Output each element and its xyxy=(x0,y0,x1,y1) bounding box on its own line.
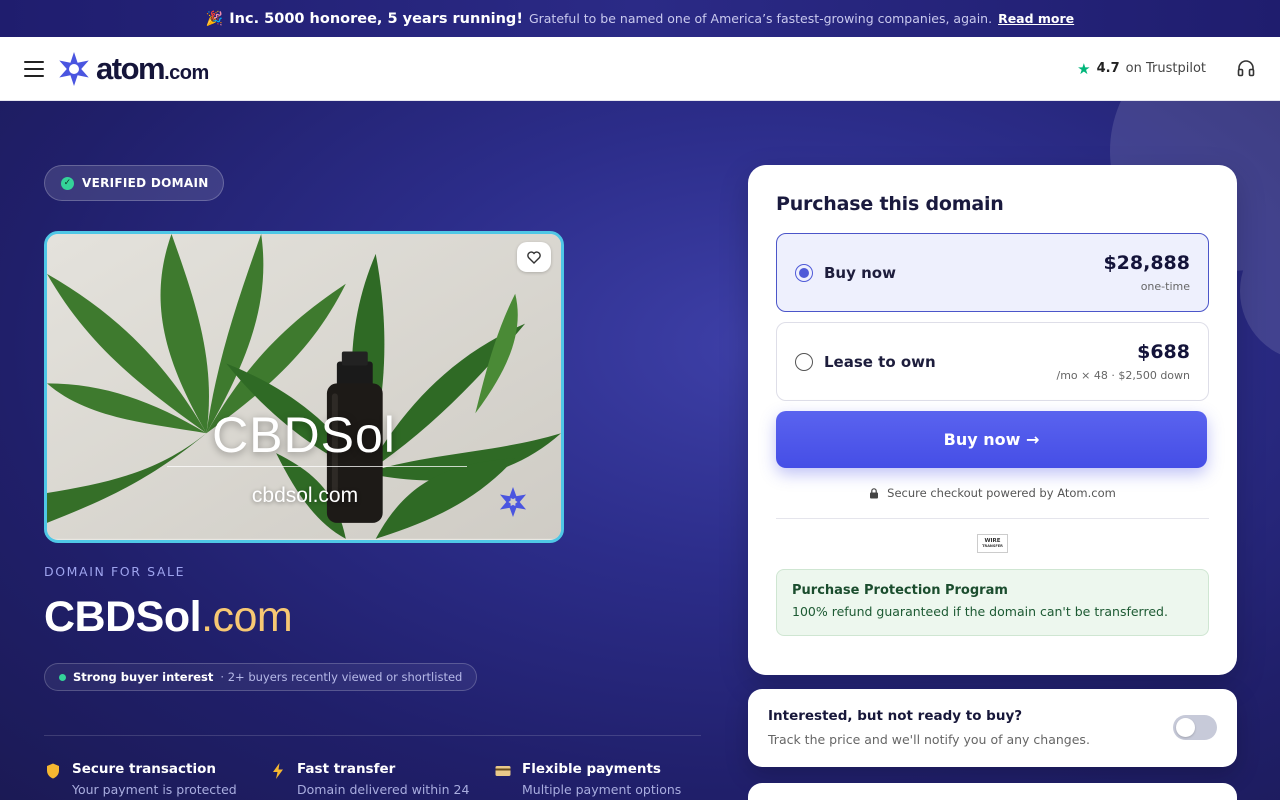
price-alert-toggle[interactable] xyxy=(1173,715,1217,740)
domain-name: CBDSol xyxy=(44,593,202,641)
announcement-bar: 🎉 Inc. 5000 honoree, 5 years running! Gr… xyxy=(0,0,1280,37)
wire-transfer-logo: WIRE TRANSFER xyxy=(977,534,1008,553)
trust-score: 4.7 xyxy=(1096,61,1120,76)
next-card xyxy=(748,783,1237,800)
option-label: Buy now xyxy=(824,263,896,282)
notify-text: Track the price and we'll notify you of … xyxy=(768,732,1090,747)
announcement-text: Grateful to be named one of America’s fa… xyxy=(528,11,993,26)
feature-sub: Multiple payment options xyxy=(522,782,682,797)
feature-title: Fast transfer xyxy=(297,761,396,777)
section-divider xyxy=(44,735,701,736)
trustpilot-rating[interactable]: ★ 4.7 on Trustpilot xyxy=(1077,60,1206,78)
heart-icon xyxy=(527,250,541,264)
logo-tld-text: .com xyxy=(164,61,209,84)
interest-sub: · 2+ buyers recently viewed or shortlist… xyxy=(220,670,463,684)
secure-text: Secure checkout powered by Atom.com xyxy=(887,486,1116,500)
domain-tld: .com xyxy=(201,593,293,641)
option-price: $28,888 xyxy=(1103,252,1190,274)
check-icon: ✓ xyxy=(61,176,74,190)
radio-lease-to-own[interactable] xyxy=(795,352,813,371)
option-sub: one-time xyxy=(1140,280,1190,293)
protection-text: 100% refund guaranteed if the domain can… xyxy=(792,604,1168,619)
headset-icon[interactable] xyxy=(1236,59,1256,79)
protection-title: Purchase Protection Program xyxy=(792,583,1008,598)
status-dot-icon xyxy=(59,673,66,681)
favorite-button[interactable] xyxy=(517,242,551,272)
lightning-icon xyxy=(273,763,283,779)
main-content: ✓ VERIFIED DOMAIN CBDSol cbdsol.com DOMA… xyxy=(0,101,1280,800)
party-icon: 🎉 xyxy=(205,10,224,27)
purchase-title: Purchase this domain xyxy=(776,193,1004,215)
secure-checkout-note: Secure checkout powered by Atom.com xyxy=(776,486,1209,500)
domain-heading: CBDSol.com xyxy=(44,593,293,642)
atom-star-icon xyxy=(59,51,89,86)
option-buy-now[interactable]: Buy now $28,888 one-time xyxy=(776,233,1209,312)
wire-line-2: TRANSFER xyxy=(982,544,1003,548)
card-icon xyxy=(495,766,511,776)
lock-icon xyxy=(870,487,879,498)
option-lease-to-own[interactable]: Lease to own $688 /mo × 48 · $2,500 down xyxy=(776,322,1209,401)
atom-watermark-icon xyxy=(499,486,527,518)
purchase-divider xyxy=(776,518,1209,519)
purchase-protection-box: Purchase Protection Program 100% refund … xyxy=(776,569,1209,636)
feature-fast-transfer: Fast transfer Domain delivered within 24 xyxy=(269,761,494,797)
read-more-link[interactable]: Read more xyxy=(998,11,1074,26)
feature-secure: Secure transaction Your payment is prote… xyxy=(44,761,269,797)
card-domain-text: cbdsol.com xyxy=(251,484,359,507)
shield-icon xyxy=(47,763,59,779)
option-sub: /mo × 48 · $2,500 down xyxy=(1056,369,1190,382)
feature-title: Secure transaction xyxy=(72,761,216,777)
notify-title: Interested, but not ready to buy? xyxy=(768,708,1023,724)
verified-domain-badge: ✓ VERIFIED DOMAIN xyxy=(44,165,224,201)
star-icon: ★ xyxy=(1077,59,1091,78)
option-label: Lease to own xyxy=(824,352,936,371)
price-alert-card: Interested, but not ready to buy? Track … xyxy=(748,689,1237,767)
trust-label: on Trustpilot xyxy=(1125,61,1206,76)
buy-now-button[interactable]: Buy now → xyxy=(776,411,1207,468)
features-list: Secure transaction Your payment is prote… xyxy=(44,761,719,797)
card-divider xyxy=(167,466,467,467)
site-header: atom.com ★ 4.7 on Trustpilot xyxy=(0,37,1280,101)
logo-wordmark: atom.com xyxy=(96,51,209,87)
menu-icon[interactable] xyxy=(24,60,44,77)
card-brand-name: CBDSol xyxy=(212,407,396,463)
verified-label: VERIFIED DOMAIN xyxy=(82,176,209,190)
buyer-interest-badge: Strong buyer interest · 2+ buyers recent… xyxy=(44,663,478,691)
atom-logo[interactable]: atom.com xyxy=(56,51,209,87)
domain-for-sale-label: DOMAIN FOR SALE xyxy=(44,564,186,579)
domain-card: CBDSol cbdsol.com xyxy=(44,231,564,543)
feature-flexible-payments: Flexible payments Multiple payment optio… xyxy=(494,761,719,797)
purchase-card: Purchase this domain Buy now $28,888 one… xyxy=(748,165,1237,675)
option-price: $688 xyxy=(1137,341,1190,363)
feature-sub: Your payment is protected xyxy=(72,782,237,797)
radio-buy-now[interactable] xyxy=(795,263,813,282)
feature-sub: Domain delivered within 24 xyxy=(297,782,470,797)
logo-main-text: atom xyxy=(96,50,166,86)
feature-title: Flexible payments xyxy=(522,761,661,777)
announcement-headline: Inc. 5000 honoree, 5 years running! xyxy=(229,10,523,27)
interest-strong: Strong buyer interest xyxy=(73,670,214,684)
